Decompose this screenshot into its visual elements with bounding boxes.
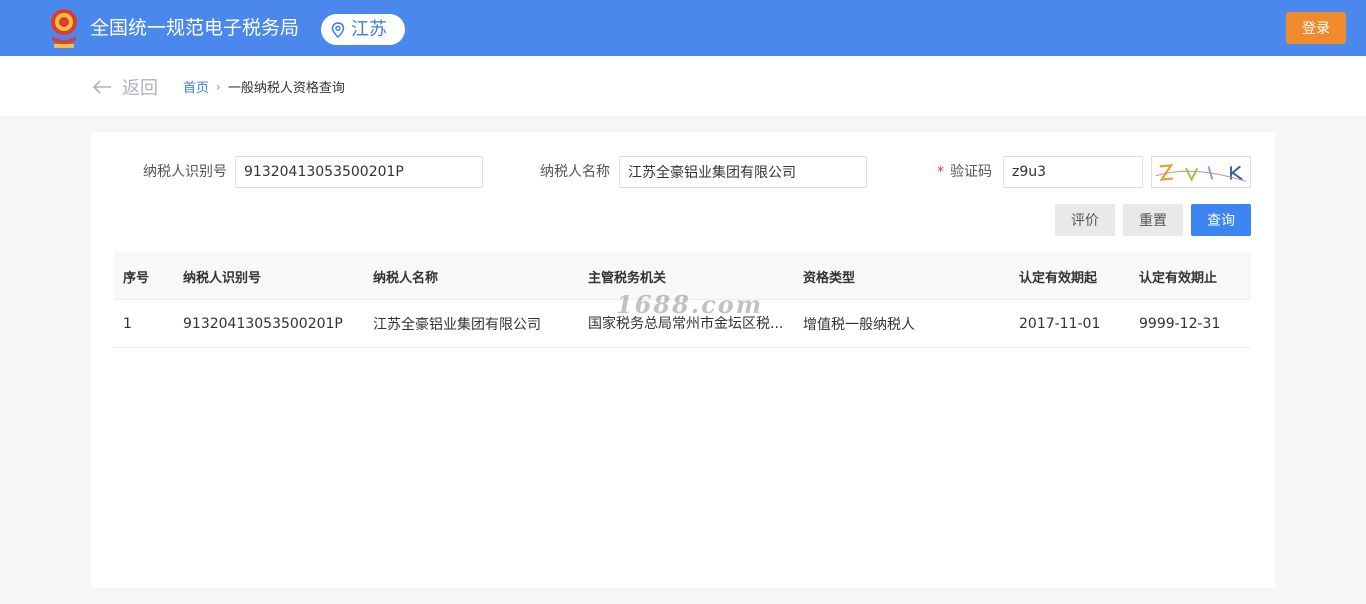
breadcrumb: 首页 › 一般纳税人资格查询	[183, 77, 345, 97]
taxpayer-name-label: 纳税人名称	[540, 164, 610, 180]
cell-qualification-type: 增值税一般纳税人	[803, 317, 915, 333]
query-panel: 纳税人识别号 91320413053500201P 纳税人名称 江苏全豪铝业集团…	[91, 132, 1275, 588]
location-pin-icon	[331, 21, 345, 38]
watermark: 1688.com	[616, 290, 764, 319]
captcha-label: 验证码	[950, 164, 992, 180]
arrow-left-icon	[92, 80, 111, 94]
taxpayer-name-input[interactable]: 江苏全豪铝业集团有限公司	[619, 156, 867, 188]
column-header: 序号	[123, 270, 150, 286]
captcha-value: z9u3	[1012, 164, 1047, 180]
column-header: 认定有效期起	[1019, 270, 1098, 286]
captcha-image[interactable]	[1151, 156, 1251, 188]
taxpayer-name-value: 江苏全豪铝业集团有限公司	[628, 165, 796, 181]
captcha-label-group: * 验证码	[937, 162, 992, 182]
column-header: 纳税人识别号	[183, 270, 262, 286]
login-button[interactable]: 登录	[1286, 12, 1346, 44]
reset-button[interactable]: 重置	[1123, 204, 1183, 236]
column-header: 纳税人名称	[373, 270, 439, 286]
column-header: 认定有效期止	[1139, 270, 1218, 286]
cell-valid-to: 9999-12-31	[1139, 316, 1221, 332]
breadcrumb-home[interactable]: 首页	[183, 77, 209, 96]
region-selector[interactable]: 江苏	[321, 14, 405, 45]
evaluate-button[interactable]: 评价	[1055, 204, 1115, 236]
app-title: 全国统一规范电子税务局	[90, 17, 300, 39]
region-name: 江苏	[351, 18, 387, 40]
top-bar: 全国统一规范电子税务局 江苏 登录	[0, 0, 1366, 56]
required-mark: *	[937, 164, 944, 180]
cell-index: 1	[123, 316, 132, 332]
back-label: 返回	[122, 78, 158, 99]
breadcrumb-separator: ›	[216, 79, 221, 94]
cell-taxpayer-name: 江苏全豪铝业集团有限公司	[373, 317, 541, 333]
tax-emblem-icon	[51, 9, 77, 48]
taxpayer-id-value: 91320413053500201P	[244, 164, 404, 180]
breadcrumb-current: 一般纳税人资格查询	[227, 81, 345, 96]
column-header: 资格类型	[803, 270, 856, 286]
back-link[interactable]: 返回	[92, 74, 158, 100]
nav-bar: 返回 首页 › 一般纳税人资格查询	[0, 56, 1366, 116]
cell-valid-from: 2017-11-01	[1019, 316, 1101, 332]
cell-taxpayer-id: 91320413053500201P	[183, 316, 343, 332]
query-button[interactable]: 查询	[1191, 204, 1251, 236]
captcha-input[interactable]: z9u3	[1003, 156, 1143, 188]
taxpayer-id-input[interactable]: 91320413053500201P	[235, 156, 483, 188]
taxpayer-id-label: 纳税人识别号	[143, 164, 227, 180]
